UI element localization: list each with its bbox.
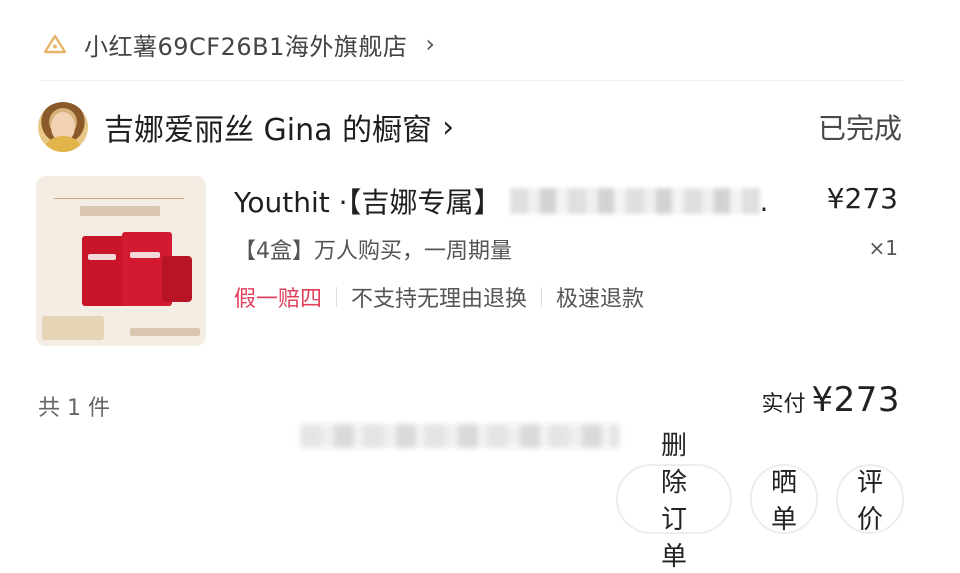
shop-header[interactable]: 吉娜爱丽丝 Gina 的橱窗 › 已完成 [38, 98, 902, 156]
blurred-text [300, 424, 620, 448]
product-title-suffix: . [759, 184, 769, 218]
paid-label: 实付 [761, 392, 806, 417]
share-order-button[interactable]: 晒单 [750, 464, 818, 534]
store-icon [40, 29, 70, 59]
product-price: ¥273 [826, 182, 898, 215]
delete-order-button[interactable]: 删除订单 [616, 430, 732, 571]
paid-amount: ¥273 [811, 380, 900, 420]
order-actions: 删除订单 晒单 评价 [616, 430, 904, 571]
paid-total: 实付 ¥273 [761, 380, 900, 420]
blurred-title-text [509, 188, 760, 214]
store-name[interactable]: 小红薯69CF26B1海外旗舰店 [84, 27, 407, 62]
tag-fake-compensation: 假一赔四 [234, 287, 323, 312]
shop-name[interactable]: 吉娜爱丽丝 Gina 的橱窗 [104, 105, 432, 149]
divider [40, 80, 904, 81]
divider [541, 287, 543, 307]
review-button[interactable]: 评价 [836, 464, 904, 534]
store-header[interactable]: 小红薯69CF26B1海外旗舰店 › [40, 22, 435, 66]
tag-no-return: 不支持无理由退换 [351, 287, 528, 312]
item-count: 共 1 件 [38, 396, 110, 421]
chevron-right-icon: › [425, 30, 435, 58]
product-thumbnail[interactable] [36, 176, 206, 346]
product-title[interactable]: Youthit ·【吉娜专属】 [234, 181, 502, 221]
chevron-right-icon: › [442, 109, 455, 145]
tag-fast-refund: 极速退款 [556, 287, 645, 312]
service-tags: 假一赔四 不支持无理由退换 极速退款 [234, 281, 644, 313]
avatar[interactable] [38, 102, 88, 152]
product-title-row[interactable]: Youthit ·【吉娜专属】 . [234, 180, 794, 222]
product-quantity: ×1 [868, 236, 898, 260]
divider [336, 287, 338, 307]
order-status: 已完成 [817, 112, 902, 145]
product-variant: 【4盒】万人购买，一周期量 [234, 239, 512, 264]
